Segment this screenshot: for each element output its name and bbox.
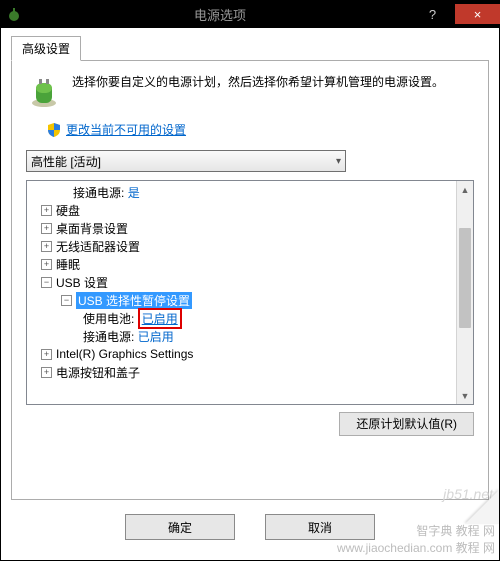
dialog-body: 高级设置 选择你要自定义的电源计划，然后选择你希望计算机管理的电源设置。 (0, 28, 500, 561)
power-plan-dropdown[interactable]: 高性能 [活动] ▾ (26, 150, 346, 172)
expand-icon[interactable]: + (41, 205, 52, 216)
ac-label: 接通电源: (73, 184, 124, 201)
tree-label: 无线适配器设置 (56, 238, 140, 255)
close-button[interactable]: × (455, 4, 500, 24)
ac-value: 是 (128, 184, 140, 201)
dialog-button-row: 确定 取消 (11, 514, 489, 540)
settings-tree[interactable]: 接通电源: 是 + 硬盘 + 桌面背景设置 + 无线适配器设置 + 睡眠 (26, 180, 474, 405)
ac2-label: 接通电源: (83, 328, 134, 345)
tree-scrollbar[interactable]: ▲ ▼ (456, 181, 473, 404)
title-bar: 电源选项 ? × (0, 0, 500, 28)
app-icon (6, 6, 22, 22)
cancel-button[interactable]: 取消 (265, 514, 375, 540)
tree-item-wifi[interactable]: + 无线适配器设置 (27, 237, 473, 255)
tree-label: 睡眠 (56, 256, 80, 273)
tree-label: 电源按钮和盖子 (56, 364, 140, 381)
chevron-down-icon: ▾ (336, 156, 341, 167)
shield-icon (46, 122, 62, 138)
tree-label: 硬盘 (56, 202, 80, 219)
expand-icon[interactable]: + (41, 259, 52, 270)
tree-item-sleep[interactable]: + 睡眠 (27, 255, 473, 273)
intro-row: 选择你要自定义的电源计划，然后选择你希望计算机管理的电源设置。 (26, 73, 474, 109)
expand-icon[interactable]: + (41, 349, 52, 360)
admin-settings-link[interactable]: 更改当前不可用的设置 (66, 121, 186, 138)
expand-icon[interactable]: + (41, 241, 52, 252)
tree-value-ac2[interactable]: 接通电源: 已启用 (27, 327, 473, 345)
advanced-panel: 选择你要自定义的电源计划，然后选择你希望计算机管理的电源设置。 更改当前不可用的… (11, 60, 489, 500)
scroll-up-icon[interactable]: ▲ (457, 181, 473, 198)
tab-strip: 高级设置 (11, 36, 489, 61)
ok-button[interactable]: 确定 (125, 514, 235, 540)
battery-label: 使用电池: (83, 310, 134, 327)
tree-item-desktop-bg[interactable]: + 桌面背景设置 (27, 219, 473, 237)
expand-icon[interactable]: + (41, 367, 52, 378)
tree-label: USB 设置 (56, 274, 108, 291)
tree-item-usb-suspend[interactable]: − USB 选择性暂停设置 (27, 291, 473, 309)
battery-value-link[interactable]: 已启用 (142, 312, 178, 326)
tree-value-ac[interactable]: 接通电源: 是 (27, 183, 473, 201)
admin-link-row: 更改当前不可用的设置 (46, 121, 474, 138)
intro-text: 选择你要自定义的电源计划，然后选择你希望计算机管理的电源设置。 (72, 73, 444, 109)
collapse-icon[interactable]: − (41, 277, 52, 288)
tree-label: 桌面背景设置 (56, 220, 128, 237)
ac2-value: 已启用 (138, 328, 174, 345)
highlight-box: 已启用 (138, 308, 182, 329)
tab-advanced[interactable]: 高级设置 (11, 36, 81, 61)
restore-defaults-button[interactable]: 还原计划默认值(R) (339, 412, 474, 436)
dropdown-value: 高性能 [活动] (31, 153, 101, 170)
scroll-down-icon[interactable]: ▼ (457, 387, 473, 404)
window-title: 电源选项 (30, 5, 410, 24)
tree-item-usb[interactable]: − USB 设置 (27, 273, 473, 291)
expand-icon[interactable]: + (41, 223, 52, 234)
tree-item-powerbtn[interactable]: + 电源按钮和盖子 (27, 363, 473, 381)
scroll-thumb[interactable] (459, 228, 471, 328)
tree-value-battery[interactable]: 使用电池: 已启用 (27, 309, 473, 327)
battery-icon (26, 73, 62, 109)
tree-label-selected: USB 选择性暂停设置 (76, 292, 192, 309)
tree-item-intel[interactable]: + Intel(R) Graphics Settings (27, 345, 473, 363)
collapse-icon[interactable]: − (61, 295, 72, 306)
scroll-track[interactable] (457, 198, 473, 387)
help-button[interactable]: ? (410, 4, 455, 24)
tree-label: Intel(R) Graphics Settings (56, 347, 193, 361)
tree-item-hdd[interactable]: + 硬盘 (27, 201, 473, 219)
